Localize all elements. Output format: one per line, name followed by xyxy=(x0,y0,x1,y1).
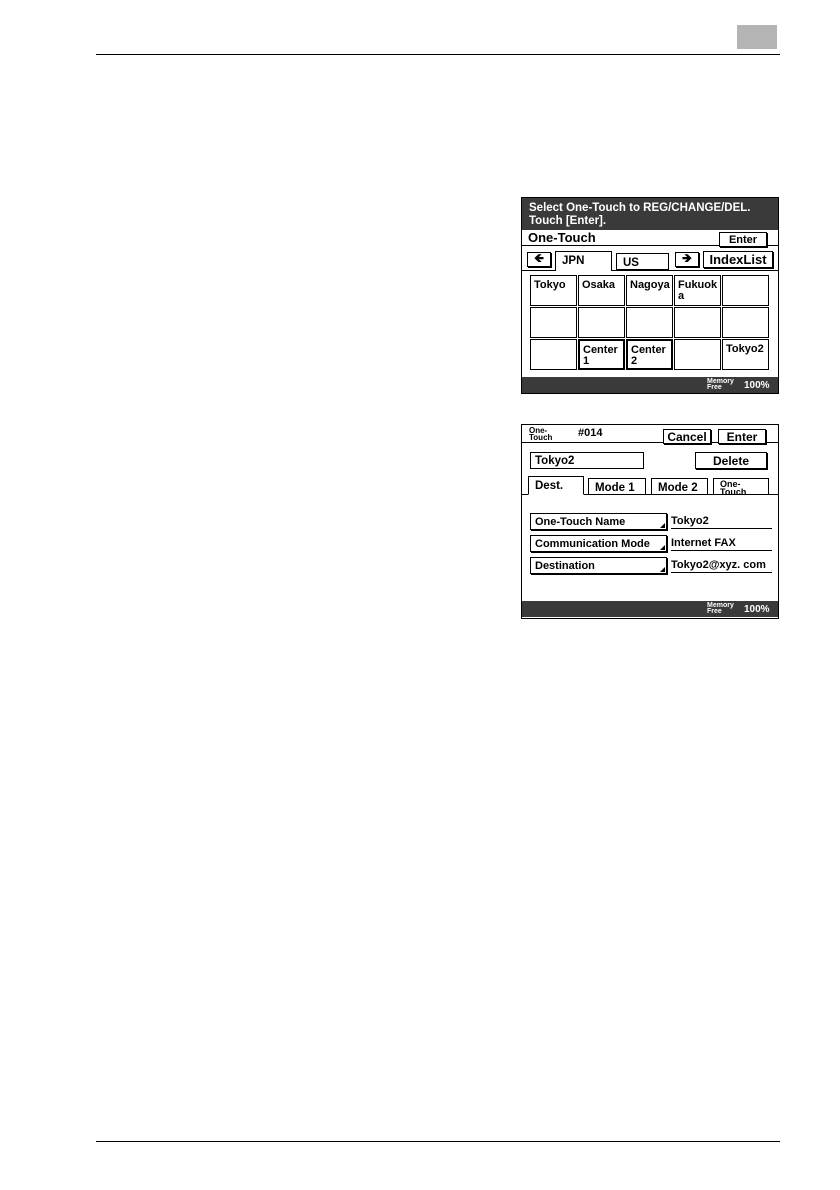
one-touch-key[interactable] xyxy=(578,307,625,338)
key-label-line2: 1 xyxy=(583,355,590,367)
instruction-line-1: Select One-Touch to REG/CHANGE/DEL. xyxy=(529,202,751,214)
corner-marker-icon xyxy=(660,523,665,528)
one-touch-key[interactable]: Fukuok a xyxy=(674,275,721,306)
header-rule xyxy=(96,54,780,55)
name-display-field[interactable]: Tokyo2 xyxy=(530,452,644,469)
instruction-line-2: Touch [Enter]. xyxy=(529,215,607,227)
footer-rule xyxy=(96,1141,780,1142)
corner-marker-icon xyxy=(660,567,665,572)
one-touch-number: #014 xyxy=(578,427,603,439)
destination-button[interactable]: Destination xyxy=(530,557,667,574)
one-touch-key[interactable] xyxy=(722,275,769,306)
one-touch-list-screen: Select One-Touch to REG/CHANGE/DEL. Touc… xyxy=(521,197,779,394)
communication-mode-value: Internet FAX xyxy=(671,537,772,551)
key-label-line2: a xyxy=(678,290,685,302)
one-touch-key[interactable]: Center 1 xyxy=(578,339,625,370)
tab-baseline-left xyxy=(522,270,555,271)
tab-mode-2[interactable]: Mode 2 xyxy=(651,478,708,494)
next-tab-button[interactable]: 🡺 xyxy=(675,251,699,267)
tab-mode-1[interactable]: Mode 1 xyxy=(588,478,646,494)
destination-label: Destination xyxy=(535,559,595,572)
one-touch-key[interactable] xyxy=(626,307,673,338)
tab-one-touch-bottom: Touch xyxy=(720,487,747,497)
key-label: Tokyo xyxy=(534,279,566,291)
corner-marker-icon xyxy=(660,545,665,550)
destination-value: Tokyo2@xyz. com xyxy=(671,559,772,573)
index-list-button[interactable]: IndexList xyxy=(703,251,773,268)
tab-dest[interactable]: Dest. xyxy=(528,476,584,495)
status-bar: Memory Free 100% xyxy=(522,377,778,393)
onetouch-label-bottom: Touch xyxy=(529,433,553,442)
one-touch-key[interactable] xyxy=(674,339,721,370)
tab-one-touch[interactable]: One- Touch xyxy=(713,478,769,497)
delete-button[interactable]: Delete xyxy=(695,452,767,469)
one-touch-edit-screen: One- Touch #014 Cancel Enter Tokyo2 Dele… xyxy=(521,424,779,619)
one-touch-name-button[interactable]: One-Touch Name xyxy=(530,513,667,530)
cancel-button[interactable]: Cancel xyxy=(663,429,711,444)
tab-us[interactable]: US xyxy=(616,253,669,270)
one-touch-name-label: One-Touch Name xyxy=(535,515,626,528)
right-arrow-icon: 🡺 xyxy=(682,251,692,265)
screen-title: One-Touch xyxy=(528,230,596,245)
one-touch-key[interactable]: Center 2 xyxy=(626,339,673,370)
chapter-tab xyxy=(737,25,777,49)
memory-label-bottom: Free xyxy=(707,384,722,391)
tab-jpn[interactable]: JPN xyxy=(555,251,612,271)
memory-free-value: 100% xyxy=(744,380,770,391)
one-touch-grid: Tokyo Osaka Nagoya Fukuok a Center 1 Cente… xyxy=(530,275,769,370)
one-touch-key[interactable] xyxy=(722,307,769,338)
one-touch-key[interactable]: Nagoya xyxy=(626,275,673,306)
one-touch-key[interactable] xyxy=(530,307,577,338)
one-touch-key[interactable]: Osaka xyxy=(578,275,625,306)
previous-tab-button[interactable]: 🡸 xyxy=(527,251,551,267)
one-touch-key[interactable] xyxy=(674,307,721,338)
communication-mode-button[interactable]: Communication Mode xyxy=(530,535,667,552)
status-bar: Memory Free 100% xyxy=(522,601,778,617)
left-arrow-icon: 🡸 xyxy=(534,251,544,265)
one-touch-name-value: Tokyo2 xyxy=(671,515,772,529)
memory-label-bottom: Free xyxy=(707,608,722,615)
key-label: Nagoya xyxy=(630,279,670,291)
one-touch-key[interactable]: Tokyo xyxy=(530,275,577,306)
instruction-message: Select One-Touch to REG/CHANGE/DEL. Touc… xyxy=(522,198,778,230)
key-label: Osaka xyxy=(582,279,616,291)
tab-baseline-right xyxy=(612,270,778,271)
key-label: Tokyo2 xyxy=(726,343,764,355)
enter-button[interactable]: Enter xyxy=(718,429,766,444)
key-label-line2: 2 xyxy=(631,355,638,367)
communication-mode-label: Communication Mode xyxy=(535,537,650,550)
enter-button[interactable]: Enter xyxy=(719,232,767,247)
one-touch-key[interactable] xyxy=(530,339,577,370)
memory-free-value: 100% xyxy=(744,604,770,615)
one-touch-key[interactable]: Tokyo2 xyxy=(722,339,769,370)
